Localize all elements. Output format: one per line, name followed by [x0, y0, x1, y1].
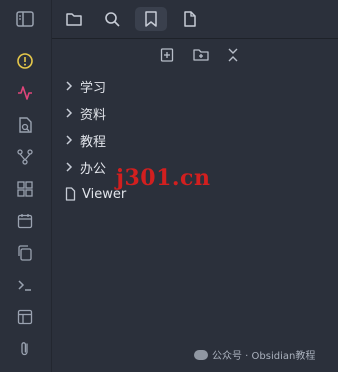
tree-item-label: 办公 — [80, 161, 107, 177]
chevron-right-icon — [64, 135, 74, 145]
footer-text: 公众号 · Obsidian教程 — [212, 351, 316, 362]
git-branch-icon[interactable] — [14, 146, 36, 168]
toggle-sidebar-button[interactable] — [14, 9, 36, 29]
tree-item-label: 资料 — [80, 107, 107, 123]
folder-icon — [66, 13, 82, 26]
file-search-icon[interactable] — [14, 114, 36, 136]
tree-item-label: 教程 — [80, 134, 107, 150]
nav-actions — [156, 44, 256, 66]
tab-bookmarks[interactable] — [135, 7, 167, 31]
collapse-all-button[interactable] — [222, 44, 244, 66]
calendar-icon[interactable] — [14, 210, 36, 232]
search-icon — [105, 12, 120, 27]
paperclip-icon[interactable] — [14, 338, 36, 360]
tab-page[interactable] — [174, 7, 206, 31]
page-icon — [184, 11, 196, 27]
layout-icon[interactable] — [14, 306, 36, 328]
grid-icon[interactable] — [14, 178, 36, 200]
tree-folder-学习[interactable]: 学习 — [64, 75, 106, 97]
ribbon — [0, 0, 52, 372]
wechat-footer: 公众号 · Obsidian教程 — [194, 347, 315, 362]
bookmark-icon — [145, 11, 157, 27]
new-folder-button[interactable] — [190, 44, 212, 66]
chevron-right-icon — [64, 81, 74, 91]
obsidian-window: 学习 资料 教程 办公 Viewer j301.cn 公众号 · Obsidia… — [0, 0, 338, 372]
copy-icon[interactable] — [14, 242, 36, 264]
sidebar-toggle-icon — [16, 11, 34, 27]
collapse-icon — [228, 48, 238, 62]
new-note-icon — [160, 48, 174, 62]
watermark: j301.cn — [116, 165, 211, 191]
chevron-right-icon — [64, 162, 74, 172]
tree-folder-办公[interactable]: 办公 — [64, 156, 106, 178]
wechat-icon — [194, 349, 208, 360]
chevron-right-icon — [64, 108, 74, 118]
sidebar-tab-header — [52, 0, 338, 39]
terminal-icon[interactable] — [14, 274, 36, 296]
tree-item-label: 学习 — [80, 80, 107, 96]
tree-folder-教程[interactable]: 教程 — [64, 129, 106, 151]
new-folder-icon — [193, 49, 209, 61]
tab-files[interactable] — [58, 7, 90, 31]
new-note-button[interactable] — [156, 44, 178, 66]
tree-folder-资料[interactable]: 资料 — [64, 102, 106, 124]
tab-search[interactable] — [96, 7, 128, 31]
activity-icon[interactable] — [14, 82, 36, 104]
warning-icon[interactable] — [14, 50, 36, 72]
file-icon — [64, 187, 76, 201]
